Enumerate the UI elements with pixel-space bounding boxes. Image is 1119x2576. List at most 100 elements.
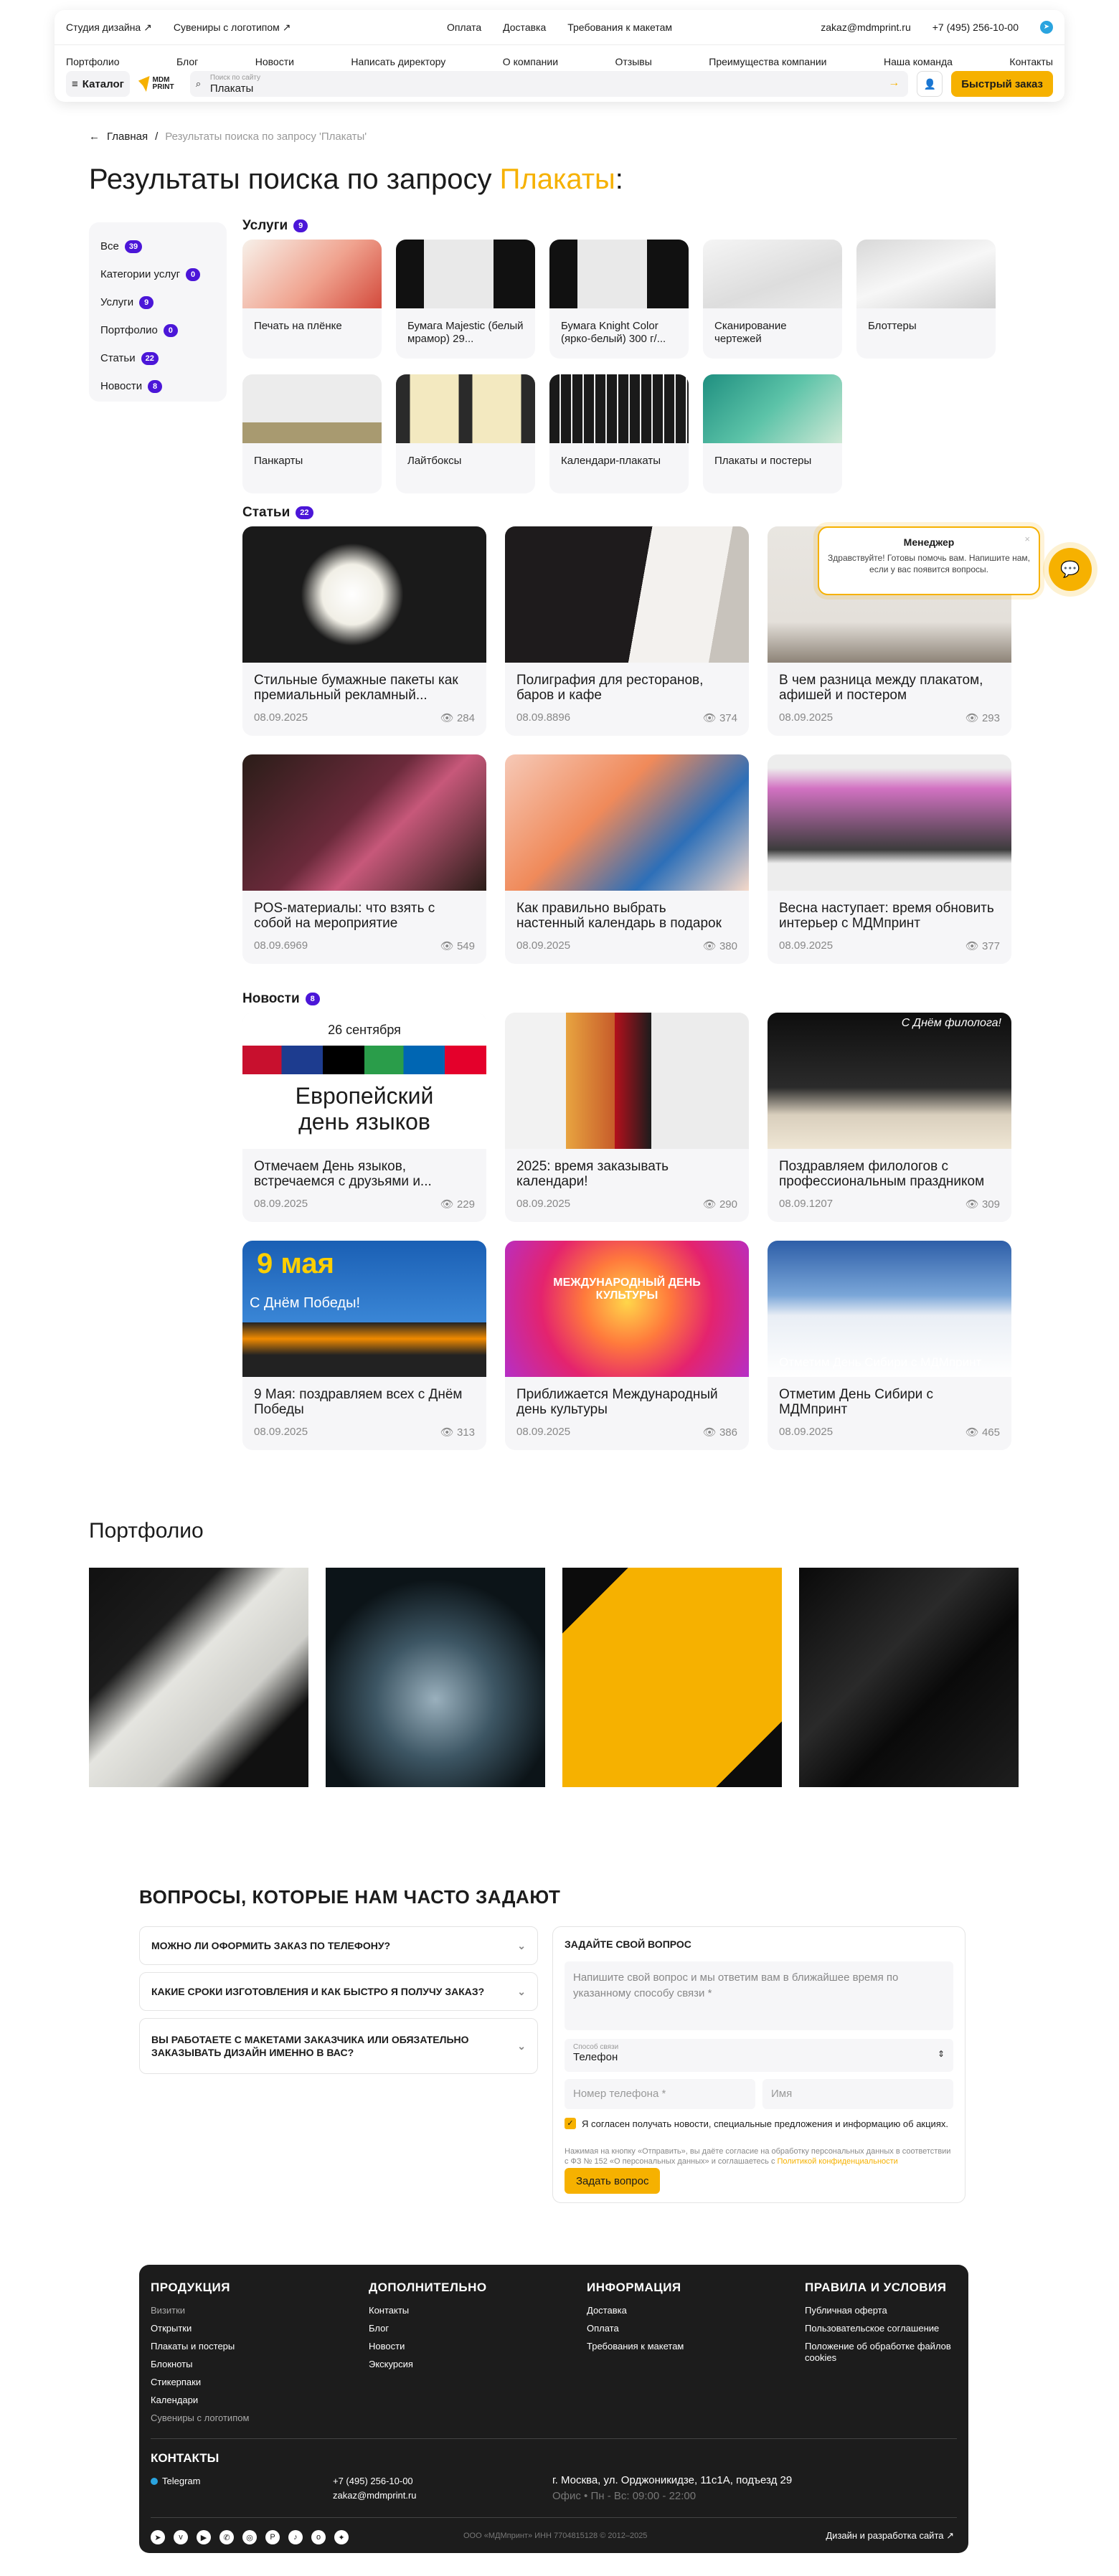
- consent-checkbox[interactable]: ✓ Я согласен получать новости, специальны…: [565, 2118, 953, 2131]
- question-textarea[interactable]: Напишите свой вопрос и мы ответим вам в …: [565, 1961, 953, 2030]
- back-arrow-icon[interactable]: ←: [89, 131, 100, 143]
- telegram-icon[interactable]: ➤: [151, 2530, 165, 2544]
- service-card[interactable]: Бумага Knight Color (ярко-белый) 300 г/.…: [549, 240, 689, 359]
- pinterest-icon[interactable]: P: [265, 2530, 280, 2544]
- footer-link[interactable]: Сувениры с логотипом: [151, 2412, 249, 2424]
- contact-method-select[interactable]: Способ связи Телефон ⇕: [565, 2039, 953, 2072]
- whatsapp-icon[interactable]: ✆: [219, 2530, 234, 2544]
- service-card[interactable]: Плакаты и постеры: [703, 374, 842, 493]
- site-logo[interactable]: MDM PRINT: [138, 72, 181, 96]
- checkbox-checked-icon[interactable]: ✓: [565, 2118, 576, 2129]
- odnoklassniki-icon[interactable]: o: [311, 2530, 326, 2544]
- article-card[interactable]: Весна наступает: время обновить интерьер…: [768, 754, 1011, 964]
- vk-icon[interactable]: v: [174, 2530, 188, 2544]
- article-card[interactable]: POS-материалы: что взять с собой на меро…: [242, 754, 486, 964]
- dzen-icon[interactable]: ✦: [334, 2530, 349, 2544]
- service-card[interactable]: Лайтбоксы: [396, 374, 535, 493]
- footer-link[interactable]: Положение об обработке файлов cookies: [805, 2341, 955, 2364]
- tiktok-icon[interactable]: ♪: [288, 2530, 303, 2544]
- developer-link[interactable]: Дизайн и разработка сайта ↗: [826, 2530, 954, 2542]
- news-card[interactable]: 9 мая С Днём Победы! 9 Мая: поздравляем …: [242, 1241, 486, 1450]
- filter-articles[interactable]: Статьи 22: [100, 344, 215, 372]
- search-input[interactable]: ⌕ Поиск по сайту Плакаты →: [189, 71, 909, 97]
- footer-link[interactable]: Пользовательское соглашение: [805, 2323, 955, 2334]
- footer-telegram[interactable]: Telegram: [151, 2476, 200, 2486]
- chat-button[interactable]: 💬: [1049, 548, 1092, 591]
- faq-item[interactable]: МОЖНО ЛИ ОФОРМИТЬ ЗАКАЗ ПО ТЕЛЕФОНУ? ⌄: [139, 1926, 538, 1965]
- faq-item[interactable]: КАКИЕ СРОКИ ИЗГОТОВЛЕНИЯ И КАК БЫСТРО Я …: [139, 1972, 538, 2011]
- footer-link[interactable]: Календари: [151, 2395, 249, 2406]
- footer-link[interactable]: Доставка: [587, 2305, 684, 2316]
- news-card[interactable]: 2025: время заказывать календари! 08.09.2…: [505, 1013, 749, 1222]
- footer-link[interactable]: Визитки: [151, 2305, 249, 2316]
- youtube-icon[interactable]: ▶: [197, 2530, 211, 2544]
- footer-email[interactable]: zakaz@mdmprint.ru: [333, 2490, 417, 2501]
- nav-team[interactable]: Наша команда: [884, 56, 953, 67]
- portfolio-item[interactable]: [799, 1568, 1019, 1787]
- nav-blog[interactable]: Блог: [176, 56, 198, 67]
- header-phone[interactable]: +7 (495) 256-10-00: [932, 22, 1019, 33]
- footer-phone[interactable]: +7 (495) 256-10-00: [333, 2476, 413, 2486]
- footer-link[interactable]: Экскурсия: [369, 2359, 487, 2370]
- footer-link[interactable]: Требования к макетам: [587, 2341, 684, 2352]
- privacy-policy-link[interactable]: Политикой конфиденциальности: [778, 2157, 898, 2166]
- footer-link[interactable]: Плакаты и постеры: [151, 2341, 249, 2352]
- service-card[interactable]: Календари-плакаты: [549, 374, 689, 493]
- filter-services[interactable]: Услуги 9: [100, 288, 215, 316]
- user-icon[interactable]: 👤: [917, 71, 943, 97]
- header-email[interactable]: zakaz@mdmprint.ru: [821, 22, 910, 33]
- article-card[interactable]: Как правильно выбрать настенный календар…: [505, 754, 749, 964]
- footer-link[interactable]: Блог: [369, 2323, 487, 2334]
- nav-advantages[interactable]: Преимущества компании: [709, 56, 826, 67]
- breadcrumb-home[interactable]: Главная: [107, 131, 148, 143]
- nav-portfolio[interactable]: Портфолио: [66, 56, 120, 67]
- nav-news[interactable]: Новости: [255, 56, 294, 67]
- news-card[interactable]: Отметим День Сибири с МДМпринт Отметим Д…: [768, 1241, 1011, 1450]
- footer-link[interactable]: Стикерпаки: [151, 2377, 249, 2388]
- news-card[interactable]: 26 сентября Европейский день языков Отмеч…: [242, 1013, 486, 1222]
- catalog-button[interactable]: ≡ Каталог: [66, 71, 130, 97]
- filter-categories[interactable]: Категории услуг 0: [100, 260, 215, 288]
- service-card[interactable]: Сканирование чертежей: [703, 240, 842, 359]
- footer-link[interactable]: Блокноты: [151, 2359, 249, 2370]
- nav-reviews[interactable]: Отзывы: [615, 56, 652, 67]
- payment-link[interactable]: Оплата: [447, 22, 481, 33]
- portfolio-item[interactable]: [89, 1568, 308, 1787]
- footer-link[interactable]: Публичная оферта: [805, 2305, 955, 2316]
- footer-link[interactable]: Оплата: [587, 2323, 684, 2334]
- service-card[interactable]: Панкарты: [242, 374, 382, 493]
- footer-link[interactable]: Контакты: [369, 2305, 487, 2316]
- portfolio-item[interactable]: [326, 1568, 545, 1787]
- submit-question-button[interactable]: Задать вопрос: [565, 2168, 661, 2194]
- service-card[interactable]: Печать на плёнке: [242, 240, 382, 359]
- filter-news[interactable]: Новости 8: [100, 372, 215, 400]
- footer-address: г. Москва, ул. Орджоникидзе, 11с1А, подъ…: [552, 2474, 793, 2486]
- souvenirs-link[interactable]: Сувениры с логотипом ↗: [174, 22, 291, 34]
- filter-portfolio[interactable]: Портфолио 0: [100, 316, 215, 344]
- phone-field[interactable]: Номер телефона *: [565, 2079, 755, 2109]
- article-card[interactable]: Стильные бумажные пакеты как премиальный…: [242, 526, 486, 736]
- news-card[interactable]: С Днём филолога! Поздравляем филологов с…: [768, 1013, 1011, 1222]
- close-icon[interactable]: ×: [1024, 534, 1030, 544]
- service-card[interactable]: Блоттеры: [856, 240, 996, 359]
- search-arrow-icon[interactable]: →: [888, 77, 900, 90]
- filter-all[interactable]: Все 39: [100, 232, 215, 260]
- nav-contacts[interactable]: Контакты: [1009, 56, 1052, 67]
- footer-link[interactable]: Новости: [369, 2341, 487, 2352]
- faq-item[interactable]: ВЫ РАБОТАЕТЕ С МАКЕТАМИ ЗАКАЗЧИКА ИЛИ ОБ…: [139, 2018, 538, 2074]
- nav-write-director[interactable]: Написать директору: [351, 56, 445, 67]
- instagram-icon[interactable]: ◎: [242, 2530, 257, 2544]
- footer-link[interactable]: Открытки: [151, 2323, 249, 2334]
- delivery-link[interactable]: Доставка: [503, 22, 546, 33]
- studio-link[interactable]: Студия дизайна ↗: [66, 22, 152, 34]
- chat-popup[interactable]: × Менеджер Здравствуйте! Готовы помочь в…: [818, 526, 1040, 595]
- news-card[interactable]: МЕЖДУНАРОДНЫЙ ДЕНЬ КУЛЬТУРЫ Приближается…: [505, 1241, 749, 1450]
- nav-about[interactable]: О компании: [503, 56, 558, 67]
- name-field[interactable]: Имя: [762, 2079, 953, 2109]
- article-card[interactable]: Полиграфия для ресторанов, баров и кафе 0…: [505, 526, 749, 736]
- telegram-icon[interactable]: ➤: [1040, 21, 1053, 34]
- quick-order-button[interactable]: Быстрый заказ: [951, 71, 1053, 97]
- service-card[interactable]: Бумага Majestic (белый мрамор) 29...: [396, 240, 535, 359]
- requirements-link[interactable]: Требования к макетам: [567, 22, 672, 33]
- portfolio-item[interactable]: [562, 1568, 782, 1787]
